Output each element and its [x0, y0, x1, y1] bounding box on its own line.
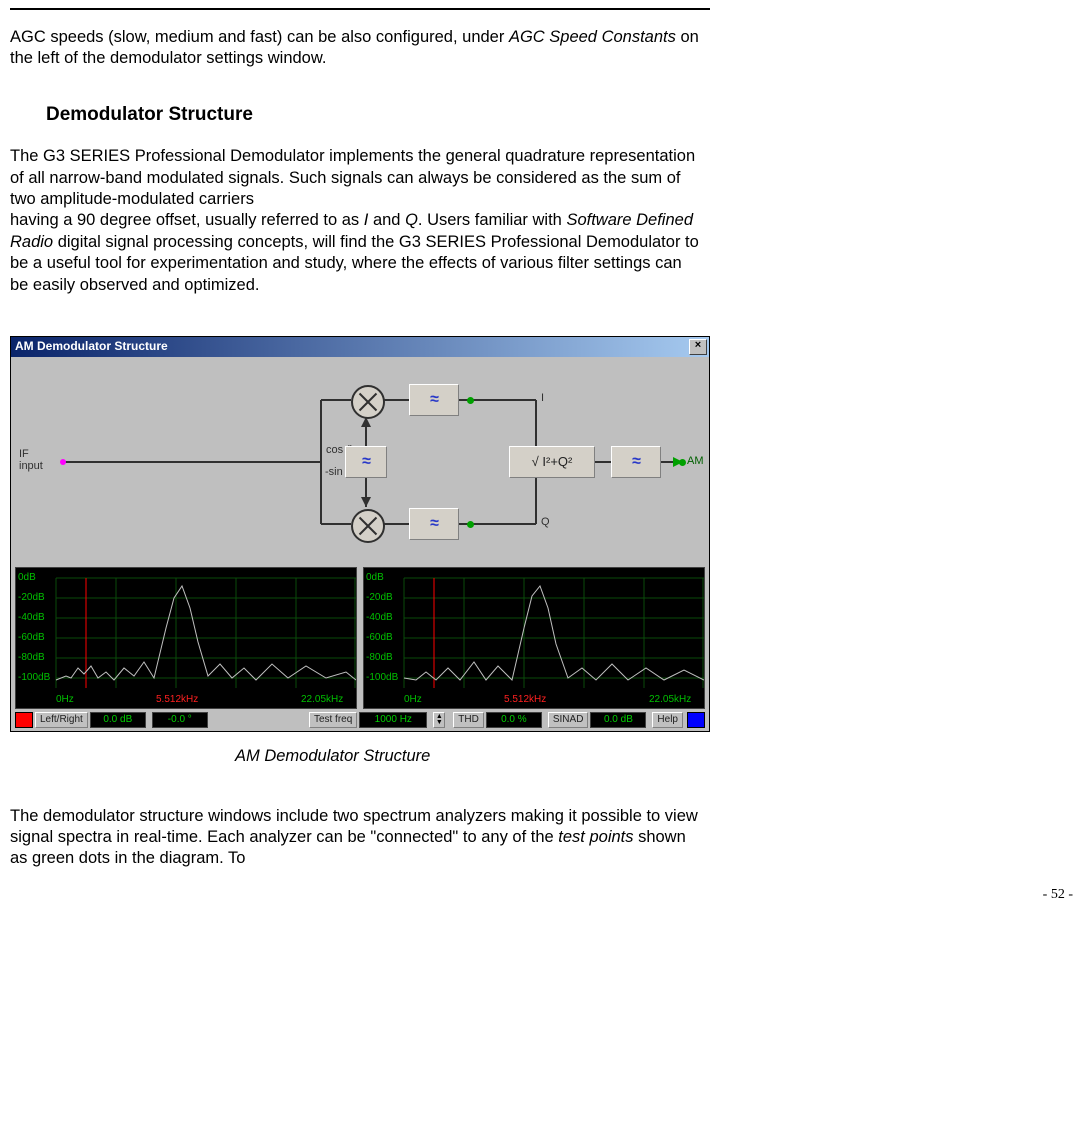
top-rule [10, 8, 710, 10]
swatch-red[interactable] [15, 712, 33, 728]
mixer-Q[interactable] [351, 509, 385, 543]
leftright-button[interactable]: Left/Right [35, 712, 88, 728]
help-button[interactable]: Help [652, 712, 683, 728]
em-Q: Q [405, 211, 418, 229]
svg-text:-20dB: -20dB [366, 592, 393, 603]
label-Q: Q [541, 517, 550, 529]
svg-text:-40dB: -40dB [366, 612, 393, 623]
svg-text:22.05kHz: 22.05kHz [301, 694, 343, 705]
svg-text:0dB: 0dB [18, 572, 36, 583]
field-phase: -0.0 ° [152, 712, 208, 728]
analyzer-toolbar: Left/Right 0.0 dB -0.0 ° Test freq 1000 … [11, 709, 709, 731]
swatch-blue[interactable] [687, 712, 705, 728]
text: having a 90 degree offset, usually refer… [10, 211, 364, 229]
close-icon[interactable]: × [689, 339, 707, 355]
para-quadrature: The G3 SERIES Professional Demodulator i… [10, 146, 700, 296]
svg-text:-60dB: -60dB [18, 632, 45, 643]
text: and [368, 211, 405, 229]
field-testfreq[interactable]: 1000 Hz [359, 712, 427, 728]
mixer-I[interactable] [351, 385, 385, 419]
testfreq-button[interactable]: Test freq [309, 712, 357, 728]
filter-I[interactable]: ≈ [409, 384, 459, 416]
svg-text:22.05kHz: 22.05kHz [649, 694, 691, 705]
page-number: - 52 - [1043, 886, 1073, 904]
heading-demod-structure: Demodulator Structure [46, 103, 1071, 128]
magnitude-block[interactable]: √ I²+Q² [509, 446, 595, 478]
svg-text:-100dB: -100dB [18, 672, 51, 683]
label-AM: AM [687, 456, 704, 468]
para-agc: AGC speeds (slow, medium and fast) can b… [10, 27, 700, 70]
lo-filter[interactable]: ≈ [345, 446, 387, 478]
text: digital signal processing concepts, will… [10, 233, 699, 294]
svg-text:-40dB: -40dB [18, 612, 45, 623]
block-diagram[interactable]: IFinput cos () -sin () I Q AM ≈ ≈ ≈ √ I²… [11, 357, 709, 567]
label-I: I [541, 393, 544, 405]
filter-Q[interactable]: ≈ [409, 508, 459, 540]
svg-text:0dB: 0dB [366, 572, 384, 583]
sinad-button[interactable]: SINAD [548, 712, 589, 728]
field-level-db: 0.0 dB [90, 712, 146, 728]
text: . Users familiar with [418, 211, 567, 229]
svg-text:-80dB: -80dB [18, 652, 45, 663]
svg-text:0Hz: 0Hz [56, 694, 74, 705]
thd-button[interactable]: THD [453, 712, 484, 728]
svg-text:5.512kHz: 5.512kHz [156, 694, 198, 705]
text: AGC speeds (slow, medium and fast) can b… [10, 28, 509, 46]
spectrum-right[interactable]: 0dB -20dB -40dB -60dB -80dB -100dB 0Hz 5… [363, 567, 705, 709]
para-analyzers: The demodulator structure windows includ… [10, 806, 700, 870]
field-sinad: 0.0 dB [590, 712, 646, 728]
em-agc-speed: AGC Speed Constants [509, 28, 676, 46]
spectrum-left[interactable]: 0dB -20dB -40dB -60dB -80dB -100dB 0Hz 5… [15, 567, 357, 709]
demod-window: AM Demodulator Structure × [10, 336, 710, 732]
field-thd: 0.0 % [486, 712, 542, 728]
titlebar[interactable]: AM Demodulator Structure × [11, 337, 709, 357]
svg-text:-60dB: -60dB [366, 632, 393, 643]
em-testpoints: test points [558, 828, 633, 846]
svg-text:5.512kHz: 5.512kHz [504, 694, 546, 705]
testfreq-stepper[interactable]: ▲▼ [433, 712, 445, 728]
window-title: AM Demodulator Structure [15, 339, 168, 355]
figure-caption: AM Demodulator Structure [235, 746, 1071, 767]
label-if: IFinput [19, 449, 43, 472]
filter-out[interactable]: ≈ [611, 446, 661, 478]
svg-text:-20dB: -20dB [18, 592, 45, 603]
svg-text:0Hz: 0Hz [404, 694, 422, 705]
text: The G3 SERIES Professional Demodulator i… [10, 147, 695, 208]
svg-text:-100dB: -100dB [366, 672, 399, 683]
svg-text:-80dB: -80dB [366, 652, 393, 663]
